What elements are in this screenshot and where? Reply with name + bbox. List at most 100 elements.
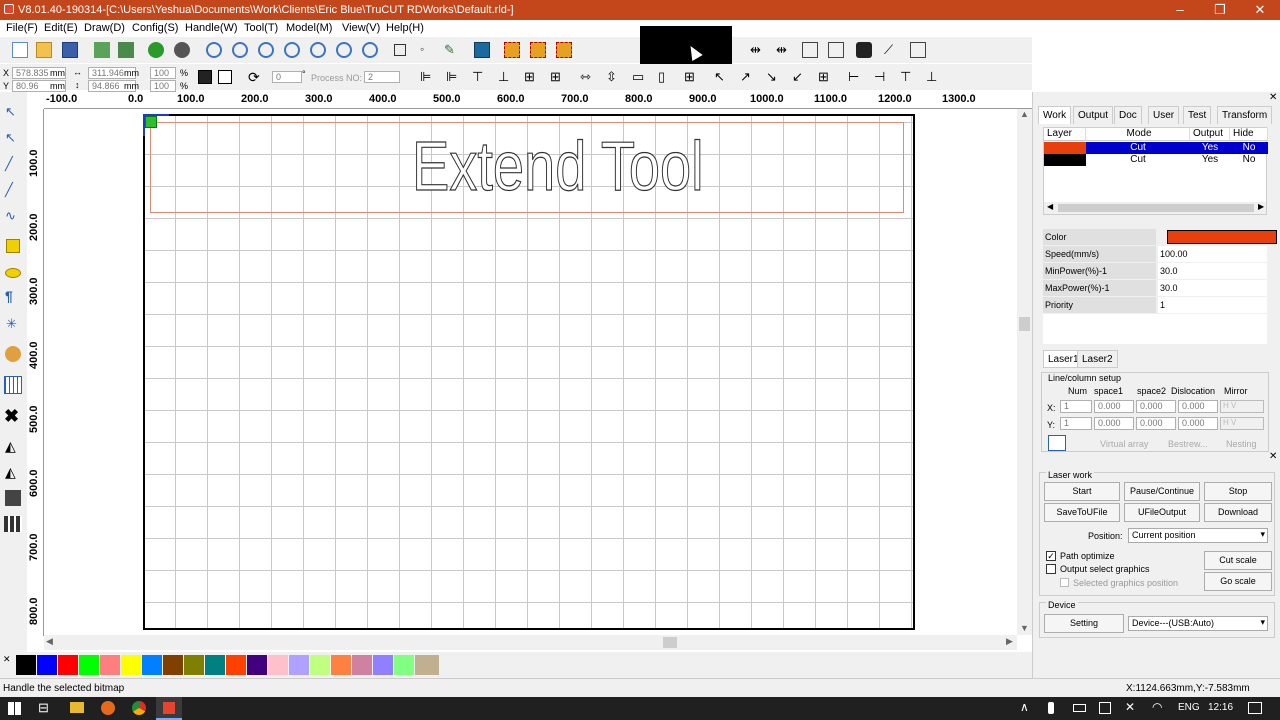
color-swatch[interactable] xyxy=(58,655,78,675)
laser-head-icon[interactable] xyxy=(5,490,21,506)
color-swatch[interactable] xyxy=(121,655,141,675)
point-icon[interactable]: ✳ xyxy=(6,316,17,332)
distribute-h-icon[interactable]: ⇹ xyxy=(750,42,766,58)
mirror-h-icon[interactable]: ◭ xyxy=(5,438,16,455)
file-explorer-icon[interactable] xyxy=(70,702,84,713)
open-folder-icon[interactable] xyxy=(36,42,52,58)
close-button[interactable]: ✕ xyxy=(1240,0,1280,20)
device-select[interactable]: Device---(USB:Auto) ▾ xyxy=(1128,616,1268,631)
align-bottom-icon[interactable]: ⊥ xyxy=(498,69,509,85)
color-swatch[interactable] xyxy=(205,655,225,675)
align-left-icon[interactable]: ⊫ xyxy=(420,69,431,85)
output-select-checkbox[interactable] xyxy=(1046,564,1056,574)
array-icon[interactable] xyxy=(504,42,520,58)
move-bottom-left-icon[interactable]: ↙ xyxy=(792,69,803,85)
palette-close-icon[interactable]: ✕ xyxy=(3,654,11,665)
volume-mute-icon[interactable]: ✕ xyxy=(1125,700,1135,714)
scroll-thumb[interactable] xyxy=(663,637,677,648)
notification-icon[interactable] xyxy=(1248,702,1262,714)
prop-row-speed[interactable]: Speed(mm/s) 100.00 xyxy=(1043,246,1267,262)
maximize-button[interactable]: ❐ xyxy=(1200,0,1240,20)
rotate-icon[interactable]: ⟳ xyxy=(248,69,260,86)
scroll-thumb[interactable] xyxy=(1019,317,1030,331)
frame-icon[interactable] xyxy=(394,44,406,56)
vertical-scrollbar[interactable]: ▲ ▼ xyxy=(1017,109,1032,635)
zoom-window-icon[interactable] xyxy=(362,42,378,58)
delete-icon[interactable]: ✖ xyxy=(4,406,19,427)
color-swatch[interactable] xyxy=(163,655,183,675)
process-no-field[interactable]: 2 xyxy=(364,71,400,83)
bestrew-button[interactable]: Bestrew... xyxy=(1168,439,1208,449)
color-swatch[interactable] xyxy=(16,655,36,675)
align-center-h-icon[interactable]: ⊞ xyxy=(524,69,535,85)
align-top-icon[interactable]: ⊤ xyxy=(472,69,483,85)
virtual-array-button[interactable]: Virtual array xyxy=(1100,439,1148,449)
node-icon[interactable]: ◦ xyxy=(420,42,436,58)
ungroup-icon[interactable] xyxy=(556,42,572,58)
ellipse-icon[interactable] xyxy=(5,268,21,278)
array-grid-icon[interactable] xyxy=(1048,435,1066,451)
color-swatch[interactable] xyxy=(79,655,99,675)
color-swatch[interactable] xyxy=(184,655,204,675)
prop-color-value[interactable] xyxy=(1167,230,1277,244)
ruler-tool-icon[interactable] xyxy=(910,42,926,58)
line-icon[interactable]: ╱ xyxy=(5,156,13,172)
layer-row[interactable]: Cut Yes No xyxy=(1044,142,1268,154)
task-view-icon[interactable]: ⊟ xyxy=(38,700,49,716)
prop-value[interactable]: 100.00 xyxy=(1158,246,1267,262)
x-space2-field[interactable]: 0.000 xyxy=(1136,400,1176,413)
color-swatch[interactable] xyxy=(289,655,309,675)
angle-field[interactable]: 0 xyxy=(272,71,302,83)
laser-pen-icon[interactable]: ⟋ xyxy=(884,42,900,58)
color-swatch[interactable] xyxy=(415,655,439,675)
firefox-icon[interactable] xyxy=(101,701,115,715)
chrome-icon[interactable] xyxy=(132,701,146,715)
cut-scale-button[interactable]: Cut scale xyxy=(1204,551,1272,570)
download-button[interactable]: Download xyxy=(1204,503,1272,522)
group-icon[interactable] xyxy=(530,42,546,58)
select-arrow-icon[interactable]: ↖ xyxy=(5,104,16,120)
align-center-v-icon[interactable]: ⊞ xyxy=(550,69,561,85)
menu-config[interactable]: Config(S) xyxy=(132,22,178,34)
position-select[interactable]: Current position ▾ xyxy=(1128,528,1268,543)
menu-handle[interactable]: Handle(W) xyxy=(185,22,238,34)
color-swatch[interactable] xyxy=(226,655,246,675)
panel-close-icon[interactable]: ✕ xyxy=(1269,92,1277,103)
language-indicator[interactable]: ENG xyxy=(1178,702,1200,713)
zoom-fit-icon[interactable] xyxy=(284,42,300,58)
scroll-right-icon[interactable]: ▶ xyxy=(1258,202,1264,211)
lock-ratio-icon[interactable] xyxy=(198,70,212,84)
monitor-icon[interactable] xyxy=(474,42,490,58)
tab-doc[interactable]: Doc xyxy=(1114,106,1142,124)
new-file-icon[interactable] xyxy=(12,42,28,58)
x-space1-field[interactable]: 0.000 xyxy=(1094,400,1134,413)
scroll-up-icon[interactable]: ▲ xyxy=(1020,109,1029,119)
distribute-v-icon[interactable]: ⇹ xyxy=(776,42,792,58)
laser-work-close-icon[interactable]: ✕ xyxy=(1269,451,1277,462)
tray-chevron-icon[interactable]: ∧ xyxy=(1020,700,1029,714)
color-swatch[interactable] xyxy=(268,655,288,675)
bitmap-icon[interactable] xyxy=(5,346,21,362)
color-swatch[interactable] xyxy=(331,655,351,675)
color-swatch[interactable] xyxy=(310,655,330,675)
selected-position-checkbox[interactable] xyxy=(1060,578,1069,587)
ufile-output-button[interactable]: UFileOutput xyxy=(1124,503,1200,522)
pause-continue-button[interactable]: Pause/Continue xyxy=(1124,482,1200,501)
scroll-thumb[interactable] xyxy=(1058,204,1254,212)
canvas-text[interactable]: Extend Tool xyxy=(412,126,705,206)
zoom-page-icon[interactable] xyxy=(310,42,326,58)
node-edit-icon[interactable]: ↖ xyxy=(5,130,16,146)
x-mirror-checks[interactable]: H V xyxy=(1220,400,1264,413)
prop-row-priority[interactable]: Priority 1 xyxy=(1043,297,1267,313)
center-v-icon[interactable]: ▯ xyxy=(658,69,665,85)
import-icon[interactable] xyxy=(94,42,110,58)
edge-left-icon[interactable]: ⊢ xyxy=(848,69,859,85)
color-swatch[interactable] xyxy=(100,655,120,675)
save-to-ufile-button[interactable]: SaveToUFile xyxy=(1044,503,1120,522)
battery-icon[interactable] xyxy=(1073,704,1086,712)
curve-edit-icon[interactable]: ✎ xyxy=(444,42,460,58)
undo-icon[interactable] xyxy=(148,42,164,58)
move-bottom-right-icon[interactable]: ↘ xyxy=(766,69,777,85)
space-h-icon[interactable]: ⇿ xyxy=(580,69,591,85)
menu-draw[interactable]: Draw(D) xyxy=(84,22,125,34)
